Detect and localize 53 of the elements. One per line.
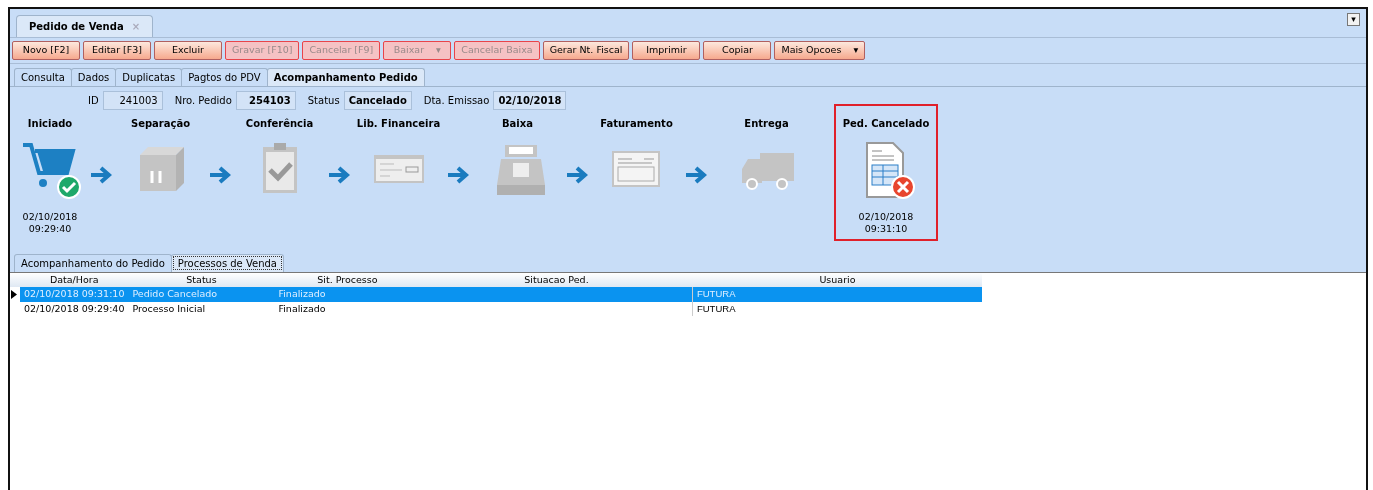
- column-header: Situacao Ped.: [420, 273, 693, 288]
- field-value[interactable]: 254103: [235, 91, 296, 110]
- toolbar-button[interactable]: Copiar: [703, 41, 772, 60]
- arrow-icon: [685, 166, 707, 184]
- stage-label: Lib. Financeira: [356, 117, 441, 131]
- field-label: Dta. Emissao: [423, 94, 490, 108]
- column-header: Sit. Processo: [274, 273, 421, 288]
- tab[interactable]: Acompanhamento Pedido: [266, 68, 425, 86]
- window-menu-button[interactable]: ▾: [1347, 13, 1360, 26]
- toolbar-button[interactable]: Imprimir: [632, 41, 701, 60]
- stage-label: Separação: [130, 117, 191, 131]
- toolbar-button[interactable]: Novo [F2]: [12, 41, 80, 60]
- tab[interactable]: Pagtos do PDV: [181, 68, 268, 86]
- toolbar-button[interactable]: Mais Opcoes ▾: [774, 41, 866, 60]
- column-header: Data/Hora: [20, 273, 129, 288]
- tab[interactable]: Acompanhamento do Pedido: [14, 254, 172, 272]
- field-value[interactable]: 02/10/2018: [493, 91, 567, 110]
- tab[interactable]: Processos de Venda: [170, 254, 284, 272]
- table-cell: Pedido Cancelado: [128, 287, 275, 302]
- arrow-icon: [447, 166, 469, 184]
- table-cell: FUTURA: [692, 301, 983, 316]
- field-label: ID: [88, 94, 99, 108]
- stage-date: 02/10/2018 09:29:40: [22, 211, 78, 235]
- stage-label: Baixa: [502, 117, 533, 131]
- tab[interactable]: Consulta: [14, 68, 72, 86]
- arrow-icon: [328, 166, 350, 184]
- window-tab[interactable]: Pedido de Venda ×: [16, 15, 154, 37]
- column-header: Usuario: [692, 273, 983, 288]
- stage-label: Conferência: [245, 117, 314, 131]
- stage-label: Ped. Cancelado: [842, 117, 930, 131]
- arrow-icon: [90, 166, 112, 184]
- stage-date: 02/10/2018 09:31:10: [858, 211, 914, 235]
- table-cell: 02/10/2018 09:31:10: [20, 287, 129, 302]
- field-value[interactable]: 241003: [102, 91, 163, 110]
- arrow-icon: [209, 166, 231, 184]
- column-header: Status: [128, 273, 275, 288]
- table-cell: Finalizado: [274, 301, 421, 316]
- table-cell: FUTURA: [692, 287, 983, 302]
- field-label: Nro. Pedido: [174, 94, 232, 108]
- toolbar-button[interactable]: Gerar Nt. Fiscal: [542, 41, 630, 60]
- table-cell: Finalizado: [274, 287, 421, 302]
- stage-label: Iniciado: [27, 117, 73, 131]
- table-cell: 02/10/2018 09:29:40: [20, 301, 129, 316]
- stage-label: Entrega: [744, 117, 789, 131]
- toolbar-button[interactable]: Excluir: [154, 41, 222, 60]
- stage-label: Faturamento: [600, 117, 673, 131]
- arrow-icon: [566, 166, 588, 184]
- tab[interactable]: Duplicatas: [115, 68, 183, 86]
- field-value[interactable]: Cancelado: [343, 91, 412, 110]
- row-pointer-icon: [11, 290, 17, 300]
- toolbar-button[interactable]: Editar [F3]: [83, 41, 151, 60]
- field-label: Status: [307, 94, 340, 108]
- table-cell: Processo Inicial: [128, 301, 275, 316]
